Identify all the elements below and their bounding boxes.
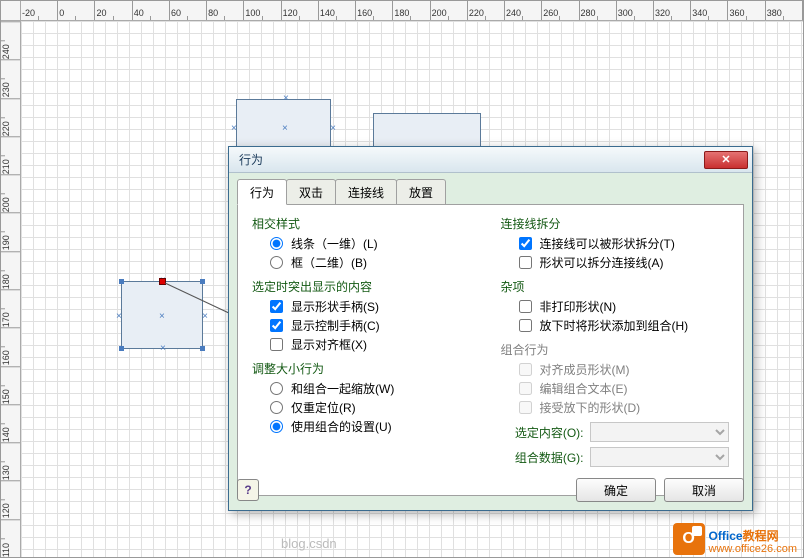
radio-reposition-only[interactable] — [270, 401, 283, 414]
group-legend: 相交样式 — [252, 213, 300, 234]
brand-url: www.office26.com — [709, 543, 797, 555]
check-accept-dropped-shapes — [519, 401, 532, 414]
group-interaction-style: 相交样式 线条（一维）(L) 框（二维）(B) — [252, 213, 481, 272]
brand-name: Office教程网 — [709, 524, 779, 544]
radio-box-2d[interactable] — [270, 256, 283, 269]
check-add-to-group-on-drop[interactable] — [519, 319, 532, 332]
group-legend: 连接线拆分 — [501, 213, 561, 234]
close-button[interactable]: ✕ — [704, 151, 748, 169]
group-legend: 调整大小行为 — [252, 358, 324, 379]
behavior-dialog: 行为 ✕ 行为 双击 连接线 放置 相交样式 线条（一维）(L) 框（二维）(B… — [228, 146, 753, 511]
group-connector-split: 连接线拆分 连接线可以被形状拆分(T) 形状可以拆分连接线(A) — [501, 213, 730, 272]
dialog-tabs: 行为 双击 连接线 放置 — [229, 173, 752, 204]
check-non-printing[interactable] — [519, 300, 532, 313]
radio-use-group-setting[interactable] — [270, 420, 283, 433]
help-button[interactable]: ? — [237, 479, 259, 501]
check-snap-members — [519, 363, 532, 376]
group-legend: 选定时突出显示的内容 — [252, 276, 372, 297]
tab-connector[interactable]: 连接线 — [335, 179, 397, 204]
group-group-behavior: 组合行为 对齐成员形状(M) 编辑组合文本(E) 接受放下的形状(D) 选定内容… — [501, 339, 730, 467]
dialog-panel: 相交样式 线条（一维）(L) 框（二维）(B) 选定时突出显示的内容 显示形状手… — [237, 204, 744, 496]
label-selection: 选定内容(O): — [509, 424, 584, 441]
dialog-title: 行为 — [239, 151, 704, 168]
check-control-handles[interactable] — [270, 319, 283, 332]
office-icon: O — [673, 523, 705, 555]
radio-line-1d[interactable] — [270, 237, 283, 250]
group-legend: 杂项 — [501, 276, 525, 297]
tab-behavior[interactable]: 行为 — [237, 179, 287, 205]
check-connector-splittable[interactable] — [519, 237, 532, 250]
dialog-titlebar[interactable]: 行为 ✕ — [229, 147, 752, 173]
ruler-corner — [1, 1, 21, 21]
horizontal-ruler: -200204060801001201401601802002202402602… — [21, 1, 803, 21]
group-misc: 杂项 非打印形状(N) 放下时将形状添加到组合(H) — [501, 276, 730, 335]
radio-scale-with-group[interactable] — [270, 382, 283, 395]
check-shape-handles[interactable] — [270, 300, 283, 313]
watermark-text: blog.csdn — [281, 536, 337, 551]
group-legend: 组合行为 — [501, 339, 549, 360]
select-group-data — [590, 447, 730, 467]
check-align-box[interactable] — [270, 338, 283, 351]
check-shape-splits-connector[interactable] — [519, 256, 532, 269]
group-selection-highlight: 选定时突出显示的内容 显示形状手柄(S) 显示控制手柄(C) 显示对齐框(X) — [252, 276, 481, 354]
ok-button[interactable]: 确定 — [576, 478, 656, 502]
select-selection — [590, 422, 730, 442]
check-edit-group-text — [519, 382, 532, 395]
cancel-button[interactable]: 取消 — [664, 478, 744, 502]
tab-doubleclick[interactable]: 双击 — [286, 179, 336, 204]
group-resize-behavior: 调整大小行为 和组合一起缩放(W) 仅重定位(R) 使用组合的设置(U) — [252, 358, 481, 436]
tab-placement[interactable]: 放置 — [396, 179, 446, 204]
vertical-ruler: 2402302202102001901801701601501401301201… — [1, 21, 21, 557]
dialog-footer: ? 确定 取消 — [237, 478, 744, 502]
branding-logo: O Office教程网 www.office26.com — [673, 523, 797, 555]
connector-line[interactable] — [163, 279, 233, 319]
label-group-data: 组合数据(G): — [509, 449, 584, 466]
